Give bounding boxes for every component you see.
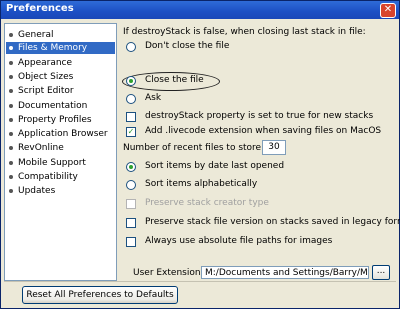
reset-preferences-button[interactable]: Reset All Preferences to Defaults	[22, 286, 178, 304]
radio-close-file[interactable]: Close the file	[123, 75, 273, 87]
sidebar-item-appearance[interactable]: Appearance	[6, 57, 115, 69]
checkbox-icon	[126, 218, 136, 228]
checkbox-icon	[126, 237, 136, 247]
checkbox-preserve-creator: Preserve stack creator type	[123, 198, 323, 210]
sidebar-item-files-memory[interactable]: Files & Memory	[6, 42, 115, 54]
radio-icon	[126, 180, 136, 190]
sidebar-item-compatibility[interactable]: Compatibility	[6, 171, 115, 183]
radio-sort-alpha[interactable]: Sort items alphabetically	[123, 179, 323, 191]
sidebar-item-documentation[interactable]: Documentation	[6, 100, 115, 112]
bullet-icon	[9, 118, 13, 122]
sidebar-item-updates[interactable]: Updates	[6, 185, 115, 197]
sidebar-item-application-browser[interactable]: Application Browser	[6, 128, 115, 140]
preferences-window: Preferences ✕ General Files & Memory App…	[0, 0, 400, 309]
recent-files-label: Number of recent files to store:	[123, 143, 265, 153]
user-extensions-label: User Extensions:	[133, 268, 209, 278]
bullet-icon	[9, 33, 13, 37]
bullet-icon	[9, 146, 13, 150]
bullet-icon	[9, 104, 13, 108]
checkbox-destroystack[interactable]: destroyStack property is set to true for…	[123, 111, 393, 123]
radio-dont-close[interactable]: Don't close the file	[123, 41, 273, 53]
close-behavior-heading: If destroyStack is false, when closing l…	[123, 27, 366, 37]
sidebar-item-object-sizes[interactable]: Object Sizes	[6, 71, 115, 83]
bullet-icon	[9, 89, 13, 93]
bullet-icon	[9, 175, 13, 179]
radio-icon	[126, 42, 136, 52]
sidebar-item-property-profiles[interactable]: Property Profiles	[6, 114, 115, 126]
sidebar-item-mobile-support[interactable]: Mobile Support	[6, 157, 115, 169]
radio-sort-date[interactable]: Sort items by date last opened	[123, 161, 323, 173]
checkbox-icon	[126, 199, 136, 209]
user-extensions-input[interactable]: M:/Documents and Settings/Barry/My Docum…	[201, 266, 369, 279]
radio-icon	[126, 94, 136, 104]
checkbox-livecode-extension[interactable]: ✓ Add .livecode extension when saving fi…	[123, 126, 393, 138]
radio-ask[interactable]: Ask	[123, 93, 273, 105]
checkbox-icon	[126, 112, 136, 122]
bullet-icon	[9, 132, 13, 136]
checkmark-icon: ✓	[126, 127, 136, 137]
close-button[interactable]: ✕	[380, 3, 396, 18]
sidebar-item-general[interactable]: General	[6, 29, 115, 41]
recent-files-input[interactable]: 30	[262, 140, 286, 155]
bullet-icon	[9, 75, 13, 79]
files-memory-panel: If destroyStack is false, when closing l…	[119, 19, 400, 281]
radio-selected-icon	[126, 162, 136, 172]
close-icon: ✕	[383, 4, 393, 15]
preferences-sidebar: General Files & Memory Appearance Object…	[4, 23, 117, 281]
checkbox-preserve-version[interactable]: Preserve stack file version on stacks sa…	[123, 217, 400, 229]
bullet-icon	[9, 61, 13, 65]
title-bar[interactable]: Preferences ✕	[1, 1, 399, 19]
sidebar-item-revonline[interactable]: RevOnline	[6, 142, 115, 154]
bullet-icon	[9, 189, 13, 193]
radio-selected-icon	[126, 76, 136, 86]
checkbox-absolute-paths[interactable]: Always use absolute file paths for image…	[123, 236, 393, 248]
bullet-icon	[9, 46, 13, 50]
bullet-icon	[9, 161, 13, 165]
window-title: Preferences	[6, 3, 74, 14]
sidebar-item-script-editor[interactable]: Script Editor	[6, 85, 115, 97]
browse-button[interactable]: ...	[372, 265, 390, 280]
footer-divider	[4, 281, 396, 282]
